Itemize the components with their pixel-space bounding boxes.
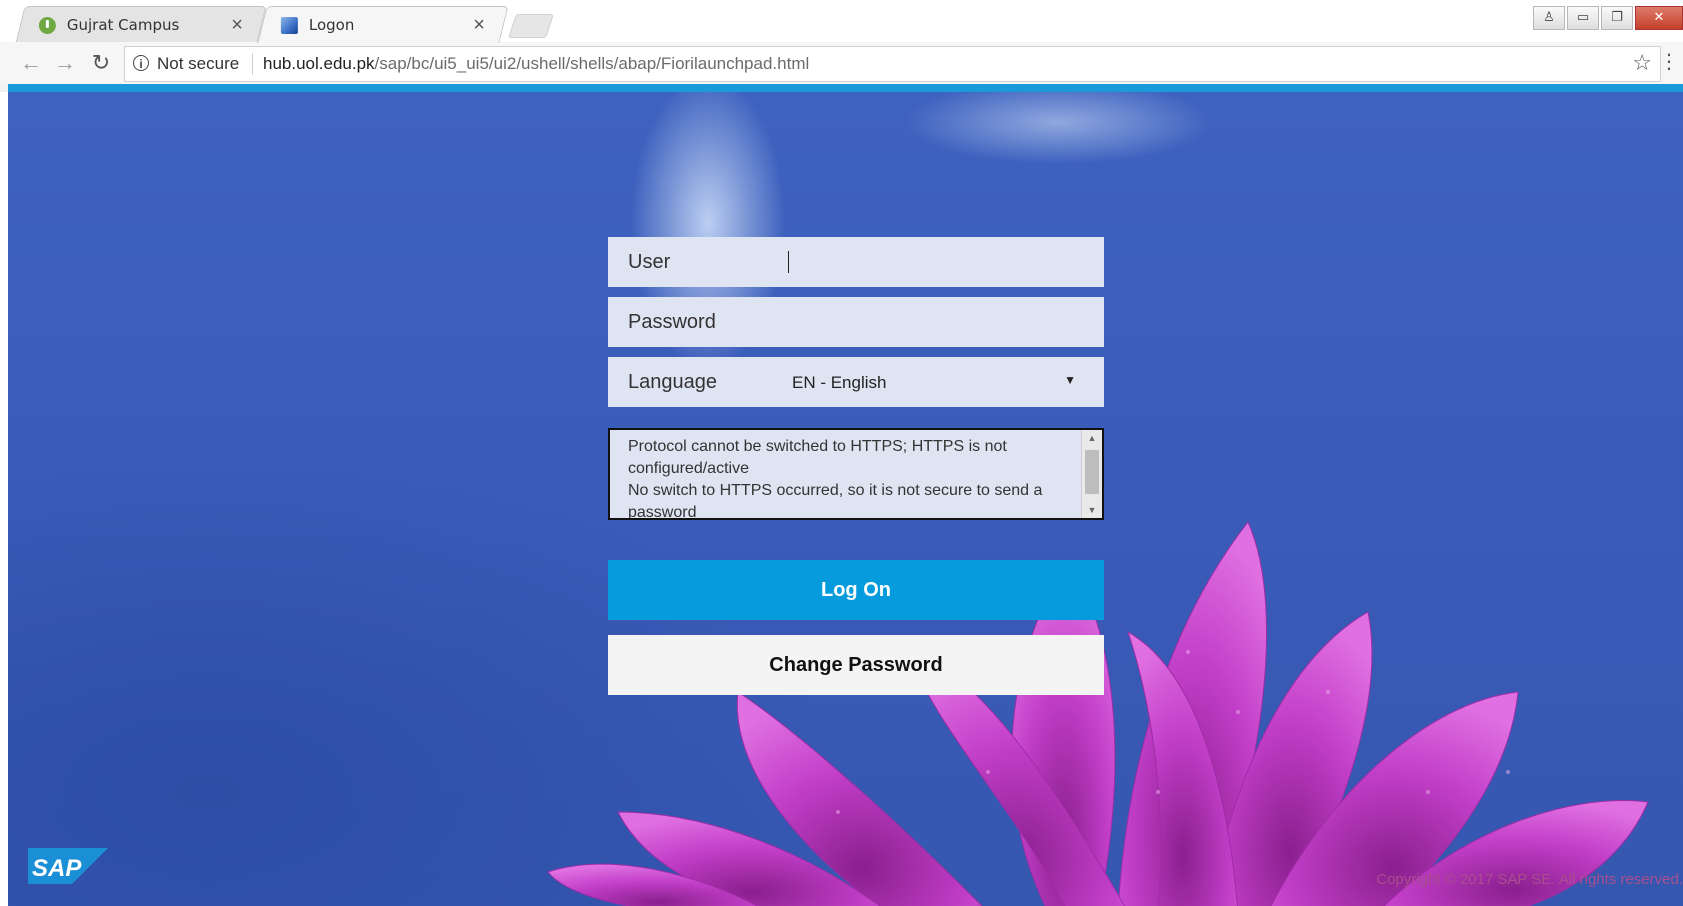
tab-logon[interactable]: Logon × [257,6,509,43]
close-tab-icon[interactable]: × [473,13,485,37]
divider [252,53,253,75]
change-password-button[interactable]: Change Password [608,635,1104,695]
copyright-text: Copyright © 2017 SAP SE. All rights rese… [1376,871,1683,888]
password-input[interactable] [784,305,1084,339]
tab-gujrat-campus[interactable]: Gujrat Campus × [15,6,267,43]
user-input[interactable] [784,245,1084,279]
message-box[interactable]: Protocol cannot be switched to HTTPS; HT… [608,428,1104,520]
user-icon[interactable]: ♙ [1533,6,1565,30]
accent-bar [8,84,1683,92]
address-bar[interactable]: i Not secure hub.uol.edu.pk/sap/bc/ui5_u… [124,46,1661,82]
close-icon[interactable]: ✕ [1635,6,1683,30]
logon-page: User Password Language EN - English ▼ Pr… [8,92,1683,906]
scroll-thumb[interactable] [1085,450,1099,494]
window-controls: ♙ ▭ ❐ ✕ [1531,6,1683,30]
user-label: User [628,251,671,273]
url-host: hub.uol.edu.pk [263,54,375,73]
info-icon[interactable]: i [133,55,149,71]
message-line: No switch to HTTPS occurred, so it is no… [628,482,1043,520]
back-arrow-icon[interactable]: ← [18,50,44,76]
tab-title: Gujrat Campus [66,16,180,34]
restore-icon[interactable]: ❐ [1601,6,1633,30]
text-cursor [788,251,789,273]
scroll-down-arrow-icon[interactable]: ▼ [1082,502,1102,518]
language-select[interactable]: Language EN - English ▼ [608,357,1104,407]
green-leaf-icon [38,17,56,34]
security-label[interactable]: Not secure [157,54,239,74]
tab-strip: Gujrat Campus × Logon × ♙ ▭ ❐ ✕ [0,0,1683,43]
bookmark-star-icon[interactable]: ☆ [1632,50,1652,76]
sap-logo-text: SAP [32,855,82,882]
language-value[interactable]: EN - English [792,373,886,393]
user-field[interactable]: User [608,237,1104,287]
message-scrollbar[interactable]: ▲ ▼ [1081,430,1102,518]
url-path: /sap/bc/ui5_ui5/ui2/ushell/shells/abap/F… [374,54,810,73]
language-label: Language [628,371,717,393]
log-on-button[interactable]: Log On [608,560,1104,620]
browser-chrome: Gujrat Campus × Logon × ♙ ▭ ❐ ✕ ← → ↻ i … [0,0,1683,92]
browser-menu-icon[interactable]: ⋮ [1659,50,1679,74]
dropdown-arrow-icon[interactable]: ▼ [1064,373,1076,387]
minimize-icon[interactable]: ▭ [1567,6,1599,30]
sap-page-icon [280,17,298,34]
password-label: Password [628,311,716,333]
url-text[interactable]: hub.uol.edu.pk/sap/bc/ui5_ui5/ui2/ushell… [263,54,809,74]
close-tab-icon[interactable]: × [231,13,243,37]
logon-form: User Password Language EN - English ▼ Pr… [608,237,1104,695]
message-line: Protocol cannot be switched to HTTPS; HT… [628,438,1007,477]
password-field[interactable]: Password [608,297,1104,347]
reload-icon[interactable]: ↻ [88,50,114,76]
forward-arrow-icon[interactable]: → [52,50,78,76]
new-tab-button[interactable] [508,14,554,38]
message-text: Protocol cannot be switched to HTTPS; HT… [628,436,1068,520]
scroll-up-arrow-icon[interactable]: ▲ [1082,430,1102,446]
sap-logo: SAP [28,848,108,884]
browser-toolbar: ← → ↻ i Not secure hub.uol.edu.pk/sap/bc… [0,42,1683,84]
tab-title: Logon [308,16,355,34]
